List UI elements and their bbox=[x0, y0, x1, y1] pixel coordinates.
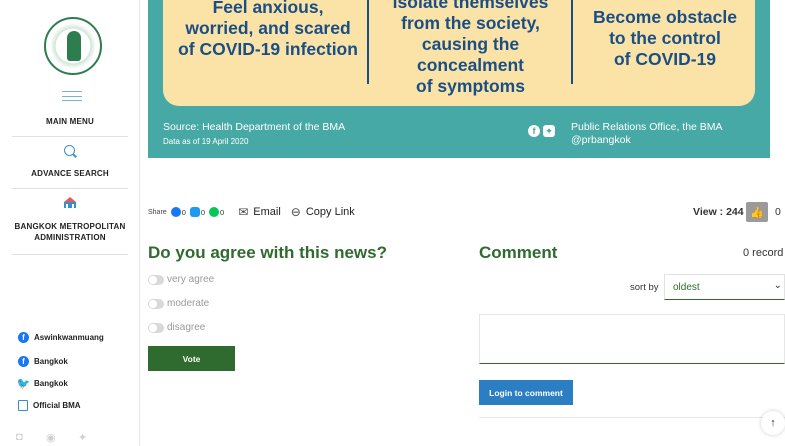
social-label: Official BMA bbox=[33, 401, 81, 410]
sort-label: sort by bbox=[630, 282, 659, 293]
facebook-icon: f bbox=[528, 125, 540, 137]
page: MAIN MENU ADVANCE SEARCH BANGKOK METROPO… bbox=[0, 0, 785, 446]
share-line-button[interactable]: 0 bbox=[209, 207, 224, 217]
comment-input[interactable] bbox=[479, 314, 785, 364]
infographic-social-icons: f ✦ bbox=[528, 125, 555, 137]
infographic-date: Data as of 19 April 2020 bbox=[163, 137, 249, 146]
infographic-text: to the control bbox=[609, 28, 721, 48]
infographic-column-2: isolate themselves from the society, cau… bbox=[378, 0, 563, 97]
infographic-column-3: Become obstacle to the control of COVID-… bbox=[575, 7, 755, 70]
share-count: 0 bbox=[200, 207, 206, 217]
social-link-bangkok-twitter[interactable]: 🐦 Bangkok bbox=[16, 378, 68, 390]
poll-option-moderate[interactable]: moderate bbox=[148, 298, 209, 309]
infographic-text: of symptoms bbox=[416, 76, 525, 96]
share-bar: Share 0 0 0 ✉ Email ⊖ Copy Link bbox=[148, 204, 355, 220]
email-label: Email bbox=[253, 206, 281, 218]
social-label: Aswinkwanmuang bbox=[34, 333, 104, 342]
share-count: 0 bbox=[220, 207, 225, 217]
vote-button[interactable]: Vote bbox=[148, 346, 235, 371]
facebook-icon: f bbox=[18, 332, 29, 343]
share-label: Share bbox=[148, 208, 167, 216]
poll-option-disagree[interactable]: disagree bbox=[148, 322, 205, 333]
link-icon: ⊖ bbox=[290, 205, 301, 219]
infographic-text: worried, and scared bbox=[185, 18, 351, 38]
radio-toggle[interactable] bbox=[148, 274, 164, 285]
bma-label-line2[interactable]: ADMINISTRATION bbox=[0, 233, 140, 242]
poll-option-label: disagree bbox=[167, 322, 206, 333]
share-facebook-button[interactable]: 0 bbox=[170, 207, 186, 217]
bma-label-line1[interactable]: BANGKOK METROPOLITAN bbox=[0, 222, 140, 231]
scroll-to-top-button[interactable]: ↑ bbox=[761, 411, 785, 435]
search-icon[interactable] bbox=[64, 145, 75, 156]
record-count: 0 record bbox=[743, 247, 784, 259]
email-icon: ✉ bbox=[238, 205, 249, 219]
social-link-bangkok-facebook[interactable]: f Bangkok bbox=[18, 356, 68, 367]
infographic-text: of COVID-19 infection bbox=[178, 39, 358, 59]
social-link-aswinkwanmuang[interactable]: f Aswinkwanmuang bbox=[18, 332, 104, 343]
social-label: Bangkok bbox=[34, 379, 68, 388]
infographic-text: from the society, bbox=[401, 13, 540, 33]
thumbs-up-icon: 👍 bbox=[750, 206, 764, 219]
social-label: Bangkok bbox=[34, 357, 68, 366]
twitter-icon[interactable]: ✦ bbox=[78, 431, 90, 444]
radio-toggle[interactable] bbox=[148, 322, 164, 333]
poll-option-very-agree[interactable]: very agree bbox=[148, 274, 214, 285]
infographic-text: isolate themselves bbox=[392, 0, 549, 12]
main-menu-label[interactable]: MAIN MENU bbox=[0, 117, 140, 126]
poll-option-label: moderate bbox=[167, 298, 210, 309]
like-button[interactable]: 👍 bbox=[746, 202, 768, 222]
chevron-down-icon: ⌄ bbox=[773, 280, 782, 291]
arrow-up-icon: ↑ bbox=[770, 417, 776, 429]
divider bbox=[12, 254, 128, 255]
infographic-text: Feel anxious, bbox=[212, 0, 324, 17]
copy-link-button[interactable]: ⊖ Copy Link bbox=[291, 205, 355, 219]
infographic-pr: Public Relations Office, the BMA @prbang… bbox=[571, 121, 723, 147]
divider bbox=[12, 136, 128, 137]
sort-select[interactable]: oldest ⌄ bbox=[664, 274, 785, 300]
line-icon bbox=[209, 207, 220, 217]
instagram-icon[interactable]: ◘ bbox=[16, 431, 28, 443]
view-count: View : 244 bbox=[693, 206, 744, 218]
twitter-icon: 🐦 bbox=[16, 378, 31, 390]
hamburger-menu-icon[interactable] bbox=[62, 91, 82, 101]
infographic-text: Become obstacle bbox=[593, 7, 737, 27]
infographic-text: causing the bbox=[421, 34, 520, 54]
pr-office: Public Relations Office, the BMA bbox=[571, 121, 723, 133]
divider bbox=[479, 417, 785, 418]
divider bbox=[12, 188, 128, 189]
infographic-column-1: Feel anxious, worried, and scared of COV… bbox=[168, 0, 368, 60]
sort-value: oldest bbox=[673, 281, 700, 293]
bma-logo[interactable] bbox=[44, 17, 102, 75]
copy-link-label: Copy Link bbox=[305, 206, 355, 218]
email-button[interactable]: ✉ Email bbox=[238, 205, 281, 219]
radio-toggle[interactable] bbox=[148, 298, 164, 309]
sidebar: MAIN MENU ADVANCE SEARCH BANGKOK METROPO… bbox=[0, 0, 140, 446]
poll-option-label: very agree bbox=[167, 274, 215, 285]
twitter-icon bbox=[189, 207, 200, 217]
pr-handle: @prbangkok bbox=[571, 134, 631, 146]
share-count: 0 bbox=[181, 207, 186, 217]
like-count: 0 bbox=[775, 206, 781, 218]
twitter-icon: ✦ bbox=[543, 125, 555, 137]
infographic-source: Source: Health Department of the BMA bbox=[163, 121, 346, 133]
poll-title: Do you agree with this news? bbox=[148, 243, 387, 262]
facebook-icon: f bbox=[18, 356, 29, 367]
facebook-icon bbox=[170, 207, 181, 217]
infographic-divider bbox=[367, 0, 369, 84]
infographic-text: of COVID-19 bbox=[613, 49, 717, 69]
infographic-banner: Feel anxious, worried, and scared of COV… bbox=[148, 0, 770, 158]
share-twitter-button[interactable]: 0 bbox=[189, 207, 206, 217]
bma-building-icon[interactable] bbox=[63, 196, 77, 209]
social-link-official-bma[interactable]: Official BMA bbox=[18, 400, 81, 411]
infographic-divider bbox=[571, 0, 573, 84]
facebook-icon[interactable]: ◉ bbox=[46, 431, 58, 444]
advance-search-label[interactable]: ADVANCE SEARCH bbox=[0, 169, 140, 178]
comment-title: Comment bbox=[479, 243, 558, 262]
infographic-text: concealment bbox=[417, 55, 524, 75]
infographic-panel: Feel anxious, worried, and scared of COV… bbox=[163, 0, 755, 106]
login-to-comment-button[interactable]: Login to comment bbox=[479, 380, 573, 405]
document-icon bbox=[18, 400, 28, 411]
